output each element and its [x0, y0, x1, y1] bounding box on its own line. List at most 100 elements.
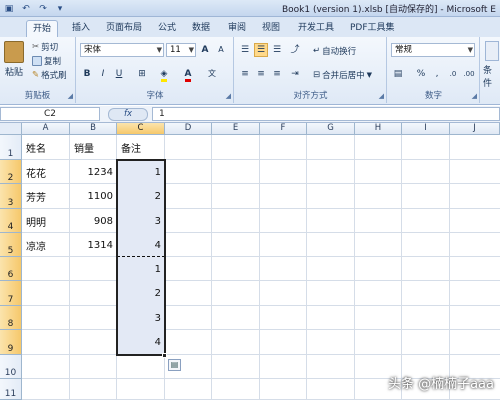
tab-data[interactable]: 数据: [186, 20, 216, 37]
comma-button[interactable]: ,: [430, 67, 444, 81]
save-icon[interactable]: ▣: [2, 2, 16, 15]
orientation-button[interactable]: ⤴: [288, 43, 302, 57]
tab-formulas[interactable]: 公式: [152, 20, 182, 37]
number-format-select[interactable]: 常规 ▼: [391, 43, 475, 57]
align-top-button[interactable]: ☰: [238, 43, 252, 57]
font-group: 宋体 ▼ 11 ▼ A A B I U ⊞ ◈ A 文 字体 ◢: [77, 37, 234, 103]
align-center-button[interactable]: ≡: [254, 67, 268, 81]
column-header-g[interactable]: G: [307, 123, 355, 135]
cell-b3[interactable]: 1100: [70, 184, 117, 209]
tab-home[interactable]: 开始: [26, 20, 59, 37]
cut-button[interactable]: ✂ 剪切: [32, 40, 58, 53]
grid-row-line: [22, 329, 500, 330]
clipboard-launcher-icon[interactable]: ◢: [68, 92, 73, 100]
column-header-c[interactable]: C: [117, 123, 165, 135]
row-header-5[interactable]: 5: [0, 233, 22, 257]
cell-b2[interactable]: 1234: [70, 160, 117, 184]
row-header-8[interactable]: 8: [0, 306, 22, 330]
alignment-launcher-icon[interactable]: ◢: [379, 92, 384, 100]
align-right-button[interactable]: ≡: [270, 67, 284, 81]
cell-a2[interactable]: 花花: [22, 160, 70, 184]
cell-c1[interactable]: 备注: [117, 135, 165, 160]
increase-decimal-button[interactable]: .0: [446, 67, 460, 81]
row-header-3[interactable]: 3: [0, 184, 22, 209]
shrink-font-button[interactable]: A: [214, 43, 228, 57]
column-header-e[interactable]: E: [212, 123, 260, 135]
redo-icon[interactable]: ↷: [36, 2, 50, 15]
font-launcher-icon[interactable]: ◢: [226, 92, 231, 100]
formula-input[interactable]: 1: [152, 107, 500, 121]
align-middle-button[interactable]: ☰: [254, 43, 268, 57]
row-header-9[interactable]: 9: [0, 330, 22, 355]
fill-handle[interactable]: [162, 353, 167, 358]
row-header-6[interactable]: 6: [0, 257, 22, 281]
row-header-1[interactable]: 1: [0, 135, 22, 160]
worksheet-grid[interactable]: ABCDEFGHIJ 1 2 3 4 5 6 7 8 9 10 11 姓名 销量 备注 花花 123…: [0, 123, 500, 400]
borders-button[interactable]: ⊞: [135, 67, 149, 81]
cell-b1[interactable]: 销量: [70, 135, 117, 160]
column-header-j[interactable]: J: [450, 123, 500, 135]
column-header-d[interactable]: D: [165, 123, 212, 135]
conditional-format-label: 条件: [483, 66, 493, 89]
decrease-decimal-button[interactable]: .00: [462, 67, 476, 81]
insert-function-button[interactable]: fx: [108, 108, 148, 121]
cell-a3[interactable]: 芳芳: [22, 184, 70, 209]
align-left-button[interactable]: ≡: [238, 67, 252, 81]
undo-icon[interactable]: ↶: [19, 2, 33, 15]
copy-button[interactable]: 复制: [32, 54, 61, 67]
underline-button[interactable]: U: [112, 67, 126, 81]
comma-label: ,: [435, 69, 439, 79]
conditional-format-button[interactable]: 条件: [483, 41, 500, 89]
customize-icon[interactable]: ▾: [53, 2, 67, 15]
cell-b5[interactable]: 1314: [70, 233, 117, 257]
fill-color-button[interactable]: ◈: [157, 67, 171, 82]
phonetic-button[interactable]: 文: [205, 67, 219, 81]
column-header-h[interactable]: H: [355, 123, 402, 135]
paste-button[interactable]: 粘贴: [4, 41, 24, 78]
grow-font-button[interactable]: A: [198, 43, 212, 57]
tab-developer[interactable]: 开发工具: [292, 20, 340, 37]
align-top-icon: ☰: [240, 45, 250, 55]
paste-options-icon[interactable]: ▤: [168, 359, 181, 371]
shrink-font-label: A: [218, 45, 224, 54]
column-header-i[interactable]: I: [402, 123, 450, 135]
font-size-select[interactable]: 11 ▼: [166, 43, 196, 57]
decrease-decimal-icon: .00: [463, 70, 475, 78]
cell-a5[interactable]: 凉凉: [22, 233, 70, 257]
font-color-button[interactable]: A: [181, 67, 195, 82]
bold-button[interactable]: B: [80, 67, 94, 81]
copy-label: 复制: [44, 56, 62, 67]
number-launcher-icon[interactable]: ◢: [472, 92, 477, 100]
cell-a1[interactable]: 姓名: [22, 135, 70, 160]
select-all-button[interactable]: [0, 123, 22, 135]
formula-bar: C2 fx 1: [0, 106, 500, 123]
align-bottom-button[interactable]: ☰: [270, 43, 284, 57]
tab-insert[interactable]: 插入: [66, 20, 96, 37]
grow-font-label: A: [201, 45, 209, 55]
tab-pdf-tools[interactable]: PDF工具集: [344, 20, 401, 37]
tab-page-layout[interactable]: 页面布局: [100, 20, 148, 37]
indent-button[interactable]: ⇥: [288, 67, 302, 81]
cell-b4[interactable]: 908: [70, 209, 117, 233]
cell-a4[interactable]: 明明: [22, 209, 70, 233]
tab-review[interactable]: 审阅: [222, 20, 252, 37]
column-header-a[interactable]: A: [22, 123, 70, 135]
row-header-2[interactable]: 2: [0, 160, 22, 184]
percent-button[interactable]: %: [414, 67, 428, 81]
wrap-text-button[interactable]: ↵ 自动换行: [313, 44, 356, 57]
column-header-f[interactable]: F: [260, 123, 307, 135]
column-header-b[interactable]: B: [70, 123, 117, 135]
merge-center-button[interactable]: ⊟ 合并后居中 ▼: [313, 68, 372, 81]
font-name-select[interactable]: 宋体 ▼: [80, 43, 164, 57]
row-header-11[interactable]: 11: [0, 379, 22, 400]
currency-button[interactable]: ▤: [391, 67, 405, 81]
row-header-4[interactable]: 4: [0, 209, 22, 233]
row-header-7[interactable]: 7: [0, 281, 22, 306]
merge-label: 合并后居中: [322, 70, 365, 81]
italic-button[interactable]: I: [96, 67, 110, 81]
name-box[interactable]: C2: [0, 107, 100, 121]
format-painter-button[interactable]: ✎ 格式刷: [32, 68, 67, 81]
conditional-format-icon: [484, 41, 499, 61]
tab-view[interactable]: 视图: [256, 20, 286, 37]
row-header-10[interactable]: 10: [0, 355, 22, 379]
